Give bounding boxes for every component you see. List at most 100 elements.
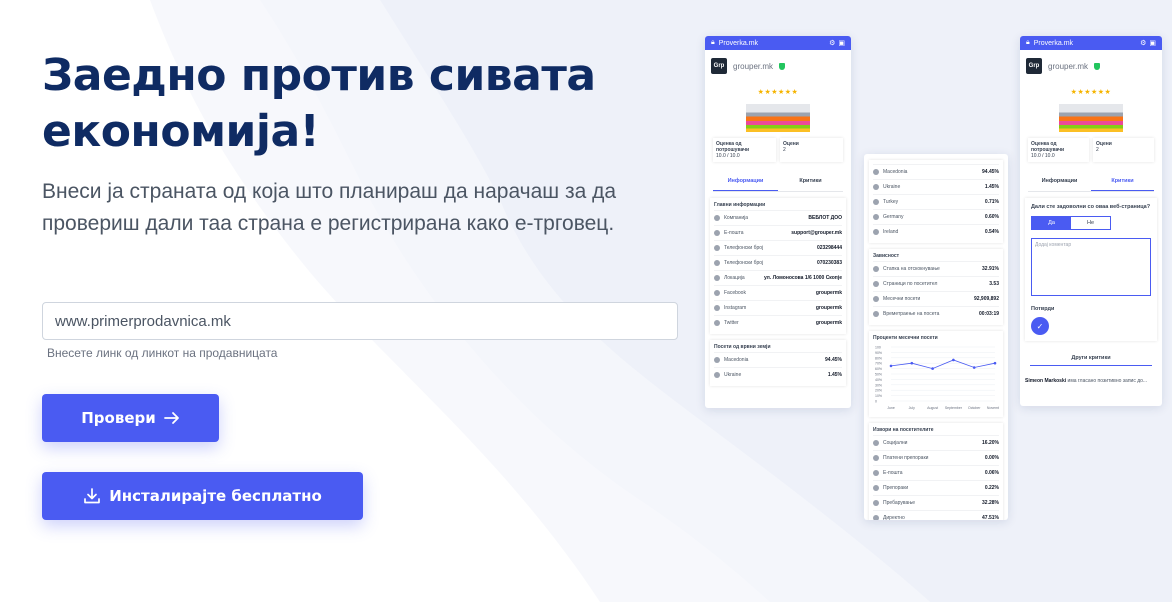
row-label: Instagram <box>724 305 747 311</box>
comment-textarea[interactable]: Додај коментар <box>1031 238 1151 296</box>
phone-topbar: 🔒︎ Proverka.mk ⚙ ▣ <box>705 36 851 50</box>
row-label: Препораки <box>883 485 909 491</box>
row-label: Компанија <box>724 215 749 221</box>
row-value: 0.22% <box>984 485 999 491</box>
row-value: ул. Ломоносова 1/6 1000 Скопје <box>763 275 842 281</box>
row-icon <box>873 266 879 272</box>
data-point <box>993 361 997 365</box>
other-reviews-heading: Други критики <box>1030 355 1152 366</box>
row-icon <box>873 485 879 491</box>
row-label: Ukraine <box>724 372 742 378</box>
data-point <box>952 358 955 362</box>
row-icon <box>873 214 879 220</box>
row-label: Страници по посетител <box>883 281 938 287</box>
row-value: 94.45% <box>825 357 842 363</box>
row-value: 1.45% <box>984 184 999 190</box>
country-row: Germany 0.60% <box>873 209 999 224</box>
row-icon <box>714 275 720 281</box>
source-row: Директно 47.51% <box>873 510 999 520</box>
row-label: Директно <box>883 515 905 520</box>
y-tick-label: 70% <box>875 362 882 366</box>
country-row: Ukraine 1.45% <box>873 179 999 194</box>
row-icon <box>873 500 879 506</box>
row-value: 1.45% <box>827 372 842 378</box>
x-tick-label: August <box>927 406 938 410</box>
check-button-label: Провери <box>81 409 156 427</box>
info-row: Instagram groupermk <box>714 300 842 315</box>
yes-no-toggle[interactable]: Да Не <box>1031 216 1111 230</box>
data-point <box>931 367 934 370</box>
rating-stars: ★★★★★★ <box>1070 89 1112 96</box>
row-value: 070230383 <box>816 260 842 266</box>
votes-stat: Оцени 2 <box>780 138 843 162</box>
site-thumbnail <box>1059 104 1123 132</box>
phone-preview-stats: Macedonia 94.45% Ukraine 1.45% Turkey 0.71% Ge… <box>864 154 1008 520</box>
phone-topbar: 🔒︎ Proverka.mk ⚙ ▣ <box>1020 36 1162 50</box>
countries-card: Macedonia 94.45% Ukraine 1.45% Turkey 0.71% Ge… <box>869 160 1003 243</box>
row-value: groupermk <box>815 305 842 311</box>
row-icon <box>873 229 879 235</box>
row-label: Ukraine <box>883 184 901 190</box>
row-label: Macedonia <box>883 169 908 175</box>
tab-info[interactable]: Информации <box>1028 172 1091 191</box>
y-tick-label: 10% <box>875 394 882 398</box>
data-point <box>972 366 976 369</box>
country-row: Macedonia 94.45% <box>873 164 999 179</box>
series-line <box>890 359 996 370</box>
data-point <box>910 361 914 365</box>
engagement-row: Месечни посети 92,909,892 <box>873 291 999 306</box>
row-value: 47.51% <box>982 515 999 520</box>
y-tick-label: 20% <box>875 389 882 393</box>
row-label: Turkey <box>883 199 899 205</box>
verified-shield-icon <box>1094 62 1101 70</box>
submit-button[interactable]: ✓ <box>1031 317 1049 335</box>
row-label: Macedonia <box>724 357 749 363</box>
row-value: 023298444 <box>816 245 842 251</box>
check-icon: ✓ <box>1036 321 1044 331</box>
info-row: Телефонски број 070230383 <box>714 255 842 270</box>
info-row: Twitter groupermk <box>714 315 842 330</box>
info-row: Компанија ВЕБЛОТ ДОО <box>714 210 842 225</box>
source-row: Платени препораки 0.00% <box>873 450 999 465</box>
y-tick-label: 50% <box>875 373 882 377</box>
arrow-right-icon <box>163 412 179 424</box>
row-icon <box>714 290 720 296</box>
extension-icon: ▣ <box>838 40 845 47</box>
store-url-input[interactable] <box>42 302 678 340</box>
row-icon <box>714 305 720 311</box>
tab-info[interactable]: Информации <box>713 172 778 191</box>
install-button[interactable]: Инсталирајте бесплатно <box>42 472 363 520</box>
y-tick-label: 30% <box>875 383 882 387</box>
rating-stat: Оценка од потрошувачи 10.0 / 10.0 <box>1028 138 1089 162</box>
submit-label: Потврди <box>1031 306 1055 312</box>
row-icon <box>714 357 720 363</box>
row-value: groupermk <box>815 320 842 326</box>
row-value: ВЕБЛОТ ДОО <box>808 215 842 221</box>
install-button-label: Инсталирајте бесплатно <box>109 487 322 505</box>
country-row: Turkey 0.71% <box>873 194 999 209</box>
engagement-row: Стапка на отскокнување 32.91% <box>873 261 999 276</box>
row-value: 32.91% <box>982 266 999 272</box>
check-button[interactable]: Провери <box>42 394 219 442</box>
row-icon <box>873 470 879 476</box>
tab-reviews[interactable]: Критики <box>1091 172 1154 191</box>
info-row: E-пошта support@grouper.mk <box>714 225 842 240</box>
y-tick-label: 90% <box>875 351 882 355</box>
source-row: E-пошта 0.06% <box>873 465 999 480</box>
no-option[interactable]: Не <box>1071 217 1110 229</box>
traffic-sources-card: Извори на посетителите Социјални 16.20% Пл… <box>869 423 1003 520</box>
hero-description: Внеси ја страната од која што планираш д… <box>42 180 617 235</box>
row-value: groupermk <box>815 290 842 296</box>
yes-option[interactable]: Да <box>1032 217 1071 229</box>
row-label: Ireland <box>883 229 899 235</box>
x-tick-label: November <box>987 406 999 410</box>
row-value: support@grouper.mk <box>791 230 842 236</box>
lock-icon: 🔒︎ <box>1026 39 1030 46</box>
row-icon <box>873 199 879 205</box>
row-icon <box>873 440 879 446</box>
row-value: 0.71% <box>984 199 999 205</box>
tab-reviews[interactable]: Критики <box>778 172 843 191</box>
site-thumbnail <box>746 104 810 132</box>
site-logo: Grp <box>711 58 727 74</box>
y-tick-label: 100 <box>875 346 881 350</box>
